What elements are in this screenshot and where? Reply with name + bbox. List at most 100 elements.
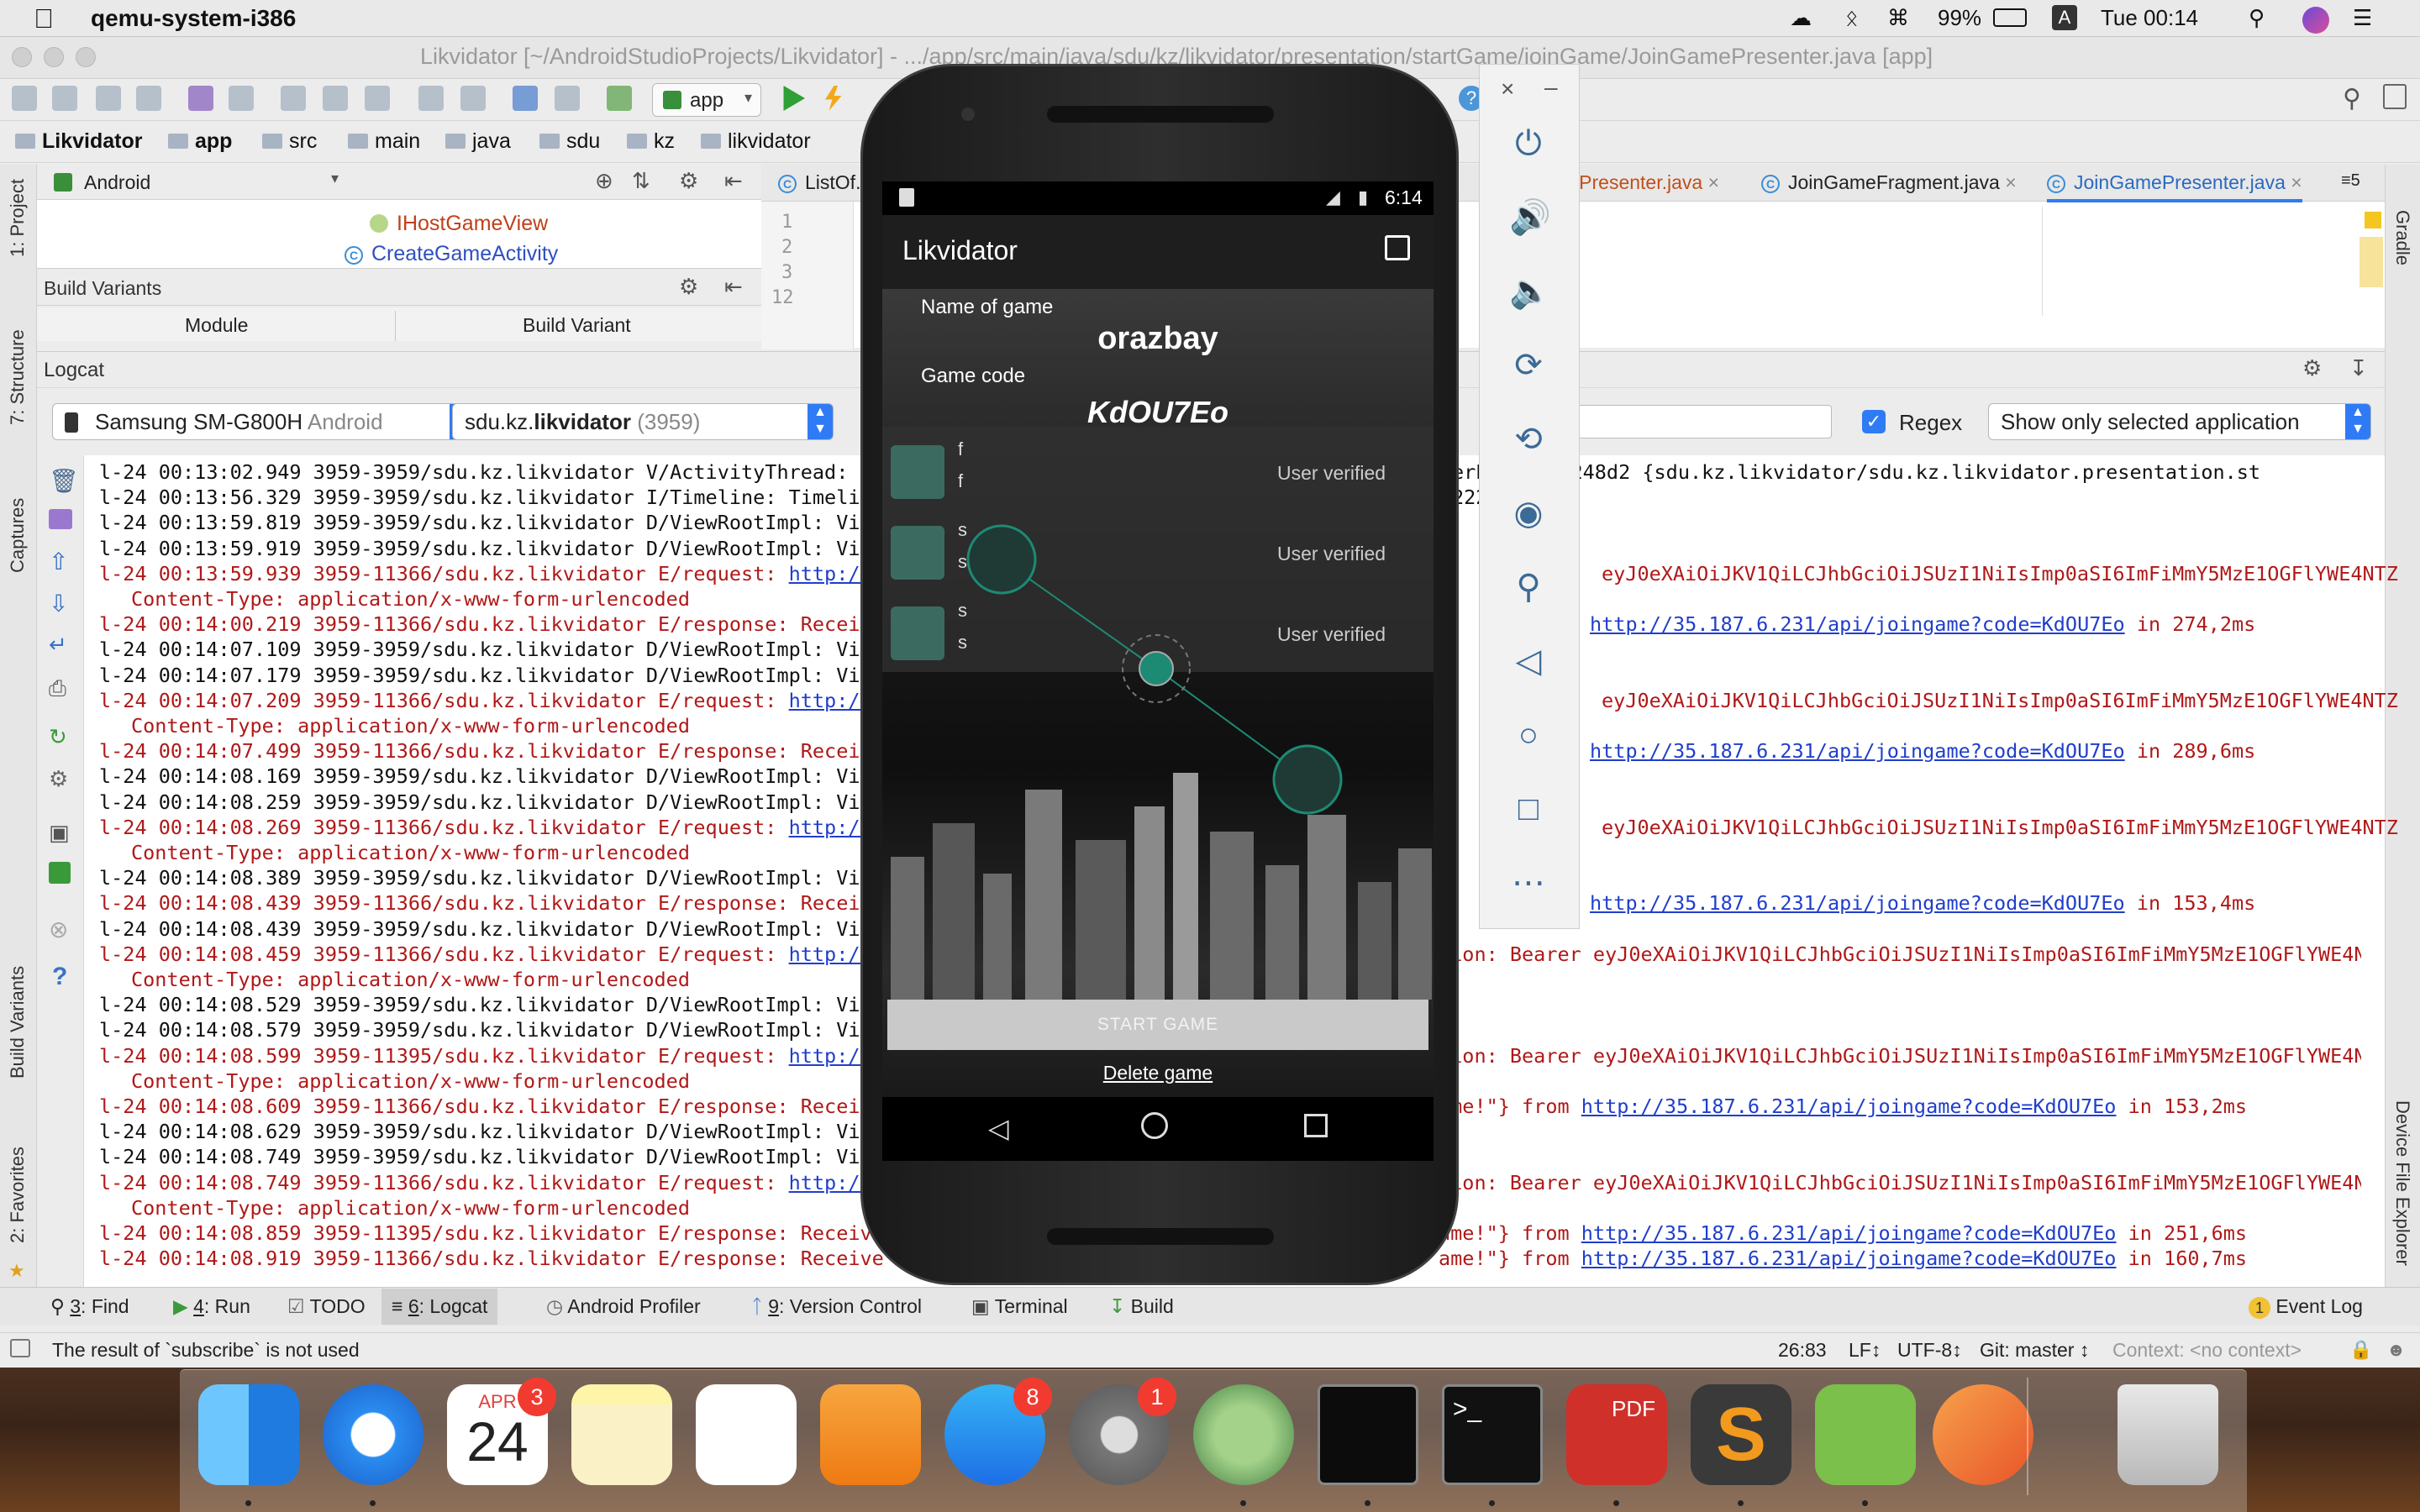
regex-checkbox[interactable]: ✓ [1862, 410, 1886, 433]
home-icon[interactable]: ○ [1509, 716, 1548, 754]
inspector-icon[interactable]: ☻ [2386, 1339, 2406, 1361]
wifi-icon[interactable]: ⌘ [1887, 5, 1909, 31]
books-icon[interactable] [820, 1384, 921, 1485]
tab-gradle[interactable]: Gradle [2391, 210, 2413, 265]
undo-icon[interactable] [188, 86, 213, 111]
minimize-window-button[interactable] [44, 47, 64, 67]
log-line-tail[interactable]: http://35.187.6.231/api/joingame?code=Kd… [1590, 612, 2420, 636]
zoom-icon[interactable]: ⚲ [1509, 568, 1548, 606]
open-icon[interactable] [12, 86, 37, 111]
script-editor-icon[interactable] [1933, 1384, 2033, 1485]
log-link[interactable]: http://35.187.6.231/api/joingame?code=Kd… [1590, 612, 2125, 636]
volume-down-icon[interactable]: 🔈 [1509, 272, 1551, 311]
editor-tab-active[interactable]: C JoinGamePresenter.java × [2047, 171, 2302, 202]
log-line-tail[interactable]: ame!"} from http://35.187.6.231/api/join… [1439, 1095, 2361, 1118]
screenshot-icon[interactable]: ◉ [1509, 494, 1548, 533]
log-line[interactable]: l-24 00:13:56.329 3959-3959/sdu.kz.likvi… [99, 486, 872, 509]
bluetooth-icon[interactable]: ᛟ [1845, 5, 1859, 31]
log-line[interactable]: l-24 00:14:07.499 3959-11366/sdu.kz.likv… [99, 739, 872, 763]
tool-version-control[interactable]: ᛏ 9: Version Control [751, 1295, 922, 1318]
log-line[interactable]: l-24 00:14:08.599 3959-11395/sdu.kz.likv… [99, 1044, 872, 1068]
log-link[interactable]: http:// [789, 1044, 872, 1068]
log-line[interactable]: l-24 00:14:08.169 3959-3959/sdu.kz.likvi… [99, 764, 872, 788]
minimize-icon[interactable]: – [1544, 74, 1558, 101]
log-line[interactable]: l-24 00:14:08.459 3959-11366/sdu.kz.likv… [99, 942, 872, 966]
lock-icon[interactable]: 🔒 [2349, 1339, 2372, 1361]
log-line[interactable]: l-24 00:14:08.259 3959-3959/sdu.kz.likvi… [99, 790, 872, 814]
tab-project[interactable]: 1: Project [7, 179, 29, 257]
log-line[interactable]: l-24 00:14:07.109 3959-3959/sdu.kz.likvi… [99, 638, 872, 661]
breadcrumb-item[interactable]: app [168, 129, 232, 154]
log-line-tail[interactable]: tion: Bearer eyJ0eXAiOiJKV1QiLCJhbGciOiJ… [1439, 1044, 2361, 1068]
power-icon[interactable]: ⏻ [1509, 124, 1548, 163]
caret-position[interactable]: 26:83 [1778, 1339, 1827, 1362]
breadcrumb-item[interactable]: src [262, 129, 317, 154]
help-icon[interactable]: ? [52, 963, 67, 991]
log-line-tail[interactable]: erProxy@9f248d2 {sdu.kz.likvidator/sdu.k… [1452, 460, 2375, 484]
panel-toggle-icon[interactable] [10, 1339, 30, 1357]
notification-center-icon[interactable]: ☰ [2353, 5, 2372, 31]
scroll-to-end-icon[interactable] [49, 509, 72, 529]
apple-icon[interactable]:  [34, 3, 54, 34]
log-line[interactable]: l-24 00:14:08.579 3959-3959/sdu.kz.likvi… [99, 1018, 872, 1042]
log-line[interactable]: l-24 00:13:59.919 3959-3959/sdu.kz.likvi… [99, 537, 872, 560]
tool-todo[interactable]: ☑ TODO [287, 1295, 366, 1318]
tree-item[interactable]: IHostGameView [370, 212, 548, 236]
breadcrumb-item[interactable]: likvidator [701, 129, 811, 154]
log-line-tail[interactable]: eyJ0eXAiOiJKV1QiLCJhbGciOiJSUzI1NiIsImp0… [1602, 689, 2420, 712]
back-icon[interactable] [513, 86, 538, 111]
tree-item[interactable]: C CreateGameActivity [345, 242, 558, 267]
log-line[interactable]: l-24 00:14:08.529 3959-3959/sdu.kz.likvi… [99, 993, 872, 1016]
nav-home-icon[interactable] [1141, 1112, 1168, 1139]
log-link[interactable]: http://35.187.6.231/api/joingame?code=Kd… [1581, 1247, 2117, 1270]
paste-icon[interactable] [365, 86, 390, 111]
log-line-tail[interactable]: tion: Bearer eyJ0eXAiOiJKV1QiLCJhbGciOiJ… [1439, 942, 2361, 966]
rotate-right-icon[interactable]: ⟲ [1509, 420, 1548, 459]
log-line[interactable]: l-24 00:14:08.629 3959-3959/sdu.kz.likvi… [99, 1120, 872, 1143]
settings-gear-icon[interactable]: ⚙ [2302, 355, 2322, 381]
log-line[interactable]: l-24 00:13:59.939 3959-11366/sdu.kz.likv… [99, 562, 872, 585]
refresh-icon[interactable] [136, 86, 161, 111]
log-line-tail[interactable]: ame!"} from http://35.187.6.231/api/join… [1439, 1221, 2361, 1245]
log-line[interactable]: l-24 00:14:07.179 3959-3959/sdu.kz.likvi… [99, 664, 872, 687]
nav-overview-icon[interactable] [1304, 1114, 1328, 1137]
log-link[interactable]: http:// [789, 689, 872, 712]
tab-structure[interactable]: 7: Structure [7, 329, 29, 425]
tool-event-log[interactable]: 1 Event Log [2249, 1295, 2363, 1319]
more-options-icon[interactable]: ⋯ [1509, 864, 1548, 902]
breadcrumb-item[interactable]: java [445, 129, 511, 154]
log-link[interactable]: http:// [789, 1171, 872, 1194]
tool-terminal[interactable]: ▣ Terminal [971, 1295, 1068, 1318]
breadcrumb-item[interactable]: sdu [539, 129, 600, 154]
log-link[interactable]: http://35.187.6.231/api/joingame?code=Kd… [1590, 739, 2125, 763]
stop-icon[interactable]: ⊗ [49, 916, 68, 943]
tool-logcat[interactable]: ≡ 6: Logcat [381, 1289, 498, 1325]
reminders-icon[interactable] [696, 1384, 797, 1485]
save-icon[interactable] [52, 86, 77, 111]
log-line[interactable]: l-24 00:14:08.919 3959-11366/sdu.kz.likv… [99, 1247, 884, 1270]
hide-panel-icon[interactable]: ⇤ [724, 168, 743, 194]
log-line[interactable]: l-24 00:14:08.389 3959-3959/sdu.kz.likvi… [99, 866, 872, 890]
safari-icon[interactable] [323, 1384, 424, 1485]
back-icon[interactable]: ◁ [1509, 642, 1548, 680]
input-source-icon[interactable]: A [2052, 5, 2077, 30]
log-link[interactable]: http://35.187.6.231/api/joingame?code=Kd… [1590, 891, 2125, 915]
trash-icon[interactable]: 🗑 [49, 467, 79, 495]
log-line[interactable]: l-24 00:14:08.609 3959-11366/sdu.kz.likv… [99, 1095, 872, 1118]
copy-icon[interactable] [323, 86, 348, 111]
restart-icon[interactable]: ↻ [49, 724, 67, 750]
log-line[interactable]: Content-Type: application/x-www-form-url… [131, 968, 690, 991]
log-line[interactable]: Content-Type: application/x-www-form-url… [131, 1196, 690, 1220]
activity-monitor-icon[interactable] [1318, 1384, 1418, 1485]
column-header-build-variant[interactable]: Build Variant [523, 314, 631, 337]
log-line[interactable]: l-24 00:14:08.439 3959-3959/sdu.kz.likvi… [99, 917, 872, 941]
device-select[interactable]: Samsung SM-G800H Android ▲▼ [52, 403, 476, 440]
log-line-tail[interactable]: eyJ0eXAiOiJKV1QiLCJhbGciOiJSUzI1NiIsImp0… [1602, 816, 2420, 839]
editor-tab[interactable]: C JoinGameFragment.java × [1761, 171, 2017, 194]
volume-up-icon[interactable]: 🔊 [1509, 198, 1551, 237]
file-encoding[interactable]: UTF-8↕ [1897, 1339, 1962, 1362]
log-line[interactable]: l-24 00:14:00.219 3959-11366/sdu.kz.likv… [99, 612, 872, 636]
creative-cloud-icon[interactable]: ☁ [1790, 5, 1812, 31]
terminal-icon[interactable]: >_ [1442, 1384, 1543, 1485]
pdf-expert-icon[interactable]: PDF [1566, 1384, 1667, 1485]
